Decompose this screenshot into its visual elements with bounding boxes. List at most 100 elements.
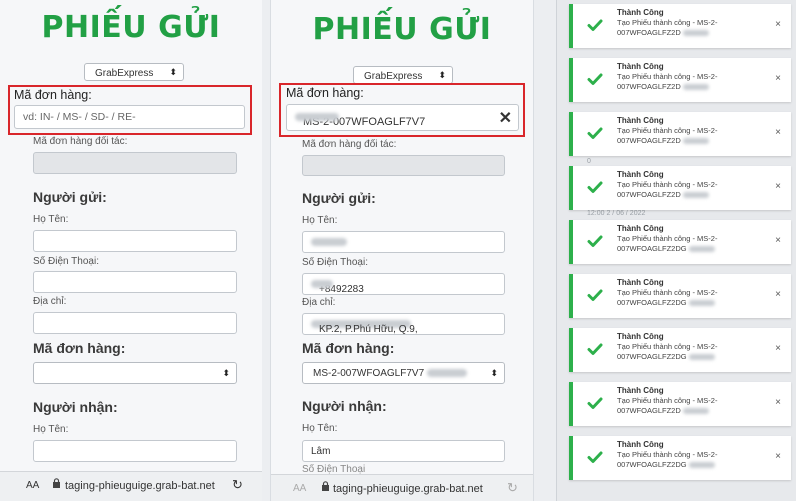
reload-icon[interactable]: ↻ bbox=[232, 477, 243, 493]
partner-code-input bbox=[302, 155, 505, 176]
toast-message: Tạo Phiếu thành công - MS-2- bbox=[617, 126, 718, 135]
service-select-value: GrabExpress bbox=[95, 68, 154, 79]
success-toast: Thành Công Tạo Phiếu thành công - MS-2- 00… bbox=[569, 436, 791, 480]
service-select-value: GrabExpress bbox=[364, 71, 423, 82]
order-select-heading: Mã đơn hàng: bbox=[33, 340, 126, 356]
toast-title: Thành Công bbox=[617, 170, 664, 179]
sender-heading: Người gửi: bbox=[302, 190, 376, 206]
success-toast: Thành Công Tạo Phiếu thành công - MS-2- 00… bbox=[569, 58, 791, 102]
success-toast: Thành Công Tạo Phiếu thành công - MS-2- 00… bbox=[569, 220, 791, 264]
check-icon bbox=[587, 73, 603, 85]
success-toast: Thành Công Tạo Phiếu thành công - MS-2- 00… bbox=[569, 328, 791, 372]
order-code-label: Mã đơn hàng: bbox=[286, 86, 364, 100]
toast-order-code: 007WFOAGLFZ2DG bbox=[617, 244, 687, 253]
success-toast: Thành Công Tạo Phiếu thành công - MS-2- 00… bbox=[569, 4, 791, 48]
sender-phone-label: Số Điện Thoại: bbox=[33, 256, 99, 267]
background-text: 12:00 2 / 06 / 2022 bbox=[587, 210, 646, 217]
toast-message: Tạo Phiếu thành công - MS-2- bbox=[617, 450, 718, 459]
toast-message: Tạo Phiếu thành công - MS-2- bbox=[617, 180, 718, 189]
close-icon[interactable]: × bbox=[775, 19, 781, 30]
order-code-input[interactable]: vd: IN- / MS- / SD- / RE- bbox=[14, 105, 245, 129]
close-icon[interactable]: × bbox=[775, 451, 781, 462]
sender-address-input[interactable] bbox=[33, 312, 237, 334]
chevron-updown-icon: ⬍ bbox=[169, 67, 177, 77]
background-text: 0 bbox=[587, 158, 591, 165]
sender-address-input[interactable]: KP.2, P.Phú Hữu, Q.9, bbox=[302, 313, 505, 335]
sender-name-input[interactable] bbox=[302, 231, 505, 253]
chevron-updown-icon: ⬍ bbox=[222, 368, 230, 378]
toast-order-code: 007WFOAGLFZ2D bbox=[617, 82, 681, 91]
check-icon bbox=[587, 127, 603, 139]
sender-name-label: Họ Tên: bbox=[302, 215, 338, 226]
success-toast: Thành Công Tạo Phiếu thành công - MS-2- 00… bbox=[569, 274, 791, 318]
close-icon[interactable]: × bbox=[775, 343, 781, 354]
close-icon[interactable]: × bbox=[775, 181, 781, 192]
order-select-heading: Mã đơn hàng: bbox=[302, 340, 395, 356]
toast-message: Tạo Phiếu thành công - MS-2- bbox=[617, 72, 718, 81]
success-toast: Thành Công Tạo Phiếu thành công - MS-2- 00… bbox=[569, 112, 791, 156]
order-select[interactable]: MS-2-007WFOAGLF7V7 ⬍ bbox=[302, 362, 505, 384]
check-icon bbox=[587, 343, 603, 355]
close-icon[interactable]: × bbox=[775, 127, 781, 138]
service-select[interactable]: GrabExpress ⬍ bbox=[84, 63, 184, 81]
toast-title: Thành Công bbox=[617, 8, 664, 17]
browser-address-bar: AA taging-phieuguige.grab-bat.net ↻ bbox=[0, 471, 262, 501]
sender-phone-label: Số Điện Thoại: bbox=[302, 257, 368, 268]
toast-order-code: 007WFOAGLFZ2D bbox=[617, 28, 681, 37]
sender-heading: Người gửi: bbox=[33, 189, 107, 205]
check-icon bbox=[587, 451, 603, 463]
sender-address-value: KP.2, P.Phú Hữu, Q.9, bbox=[319, 324, 418, 335]
toast-title: Thành Công bbox=[617, 332, 664, 341]
toast-order-code: 007WFOAGLFZ2DG bbox=[617, 352, 687, 361]
sender-name-input[interactable] bbox=[33, 230, 237, 252]
form-panel-empty: PHIẾU GỬI GrabExpress ⬍ Mã đơn hàng: vd:… bbox=[0, 0, 262, 501]
success-toast: Thành Công Tạo Phiếu thành công - MS-2- 00… bbox=[569, 166, 791, 210]
clear-icon[interactable]: ✕ bbox=[499, 108, 512, 128]
sender-name-label: Họ Tên: bbox=[33, 214, 69, 225]
order-code-label: Mã đơn hàng: bbox=[14, 88, 92, 102]
toast-order-code: 007WFOAGLFZ2D bbox=[617, 190, 681, 199]
close-icon[interactable]: × bbox=[775, 235, 781, 246]
url-text[interactable]: taging-phieuguige.grab-bat.net bbox=[65, 480, 215, 492]
service-select[interactable]: GrabExpress ⬍ bbox=[353, 66, 453, 84]
close-icon[interactable]: × bbox=[775, 73, 781, 84]
sender-phone-input[interactable] bbox=[33, 271, 237, 293]
sender-address-label: Địa chỉ: bbox=[302, 297, 336, 308]
check-icon bbox=[587, 19, 603, 31]
toast-message: Tạo Phiếu thành công - MS-2- bbox=[617, 234, 718, 243]
toast-title: Thành Công bbox=[617, 62, 664, 71]
partner-code-label: Mã đơn hàng đối tác: bbox=[302, 139, 397, 150]
check-icon bbox=[587, 289, 603, 301]
close-icon[interactable]: × bbox=[775, 397, 781, 408]
success-toast: Thành Công Tạo Phiếu thành công - MS-2- 00… bbox=[569, 382, 791, 426]
order-select[interactable]: ⬍ bbox=[33, 362, 237, 384]
toast-title: Thành Công bbox=[617, 440, 664, 449]
url-text[interactable]: taging-phieuguige.grab-bat.net bbox=[333, 483, 483, 495]
toast-message: Tạo Phiếu thành công - MS-2- bbox=[617, 396, 718, 405]
browser-address-bar: AA taging-phieuguige.grab-bat.net ↻ bbox=[271, 474, 533, 501]
reload-icon[interactable]: ↻ bbox=[507, 480, 518, 496]
form-panel-filled: PHIẾU GỬI GrabExpress ⬍ Mã đơn hàng: MS-… bbox=[270, 0, 534, 501]
toast-title: Thành Công bbox=[617, 278, 664, 287]
text-size-button[interactable]: AA bbox=[26, 480, 39, 491]
toast-message: Tạo Phiếu thành công - MS-2- bbox=[617, 288, 718, 297]
receiver-heading: Người nhận: bbox=[33, 399, 118, 415]
order-code-placeholder: vd: IN- / MS- / SD- / RE- bbox=[23, 111, 136, 123]
sender-phone-input[interactable]: +8492283 bbox=[302, 273, 505, 295]
order-code-input[interactable]: MS-2-007WFOAGLF7V7 ✕ bbox=[286, 104, 519, 131]
toast-order-code: 007WFOAGLFZ2D bbox=[617, 406, 681, 415]
toast-title: Thành Công bbox=[617, 224, 664, 233]
toast-message: Tạo Phiếu thành công - MS-2- bbox=[617, 18, 718, 27]
close-icon[interactable]: × bbox=[775, 289, 781, 300]
receiver-heading: Người nhận: bbox=[302, 398, 387, 414]
text-size-button[interactable]: AA bbox=[293, 483, 306, 494]
toast-title: Thành Công bbox=[617, 386, 664, 395]
receiver-name-value: Lâm bbox=[311, 446, 331, 457]
chevron-updown-icon: ⬍ bbox=[490, 368, 498, 378]
receiver-name-input[interactable] bbox=[33, 440, 237, 462]
toast-order-code: 007WFOAGLFZ2D bbox=[617, 136, 681, 145]
notification-stack: 0 12:00 2 / 06 / 2022 Thành Công Tạo Phiế… bbox=[556, 0, 796, 501]
partner-code-label: Mã đơn hàng đối tác: bbox=[33, 136, 128, 147]
receiver-name-input[interactable]: Lâm bbox=[302, 440, 505, 462]
toast-title: Thành Công bbox=[617, 116, 664, 125]
